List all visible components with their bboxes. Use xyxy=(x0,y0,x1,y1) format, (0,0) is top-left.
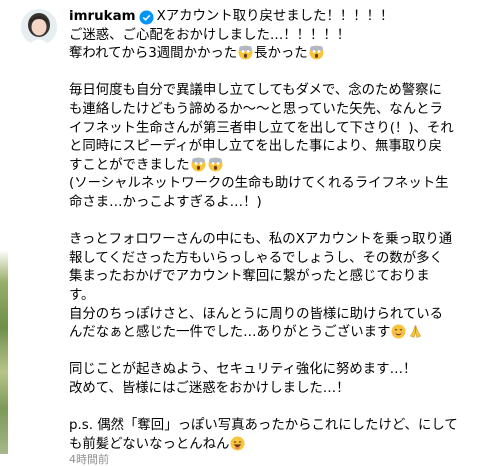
user-avatar[interactable] xyxy=(21,9,57,45)
caption-line: も前髪どないなっとんねん xyxy=(69,436,489,455)
caption-line: ご迷惑、ご心配をおかけしました…！！！！！ xyxy=(69,27,351,43)
caption-line: 改めて、皆様にはご迷惑をおかけしました…！ xyxy=(69,380,350,396)
caption-line: 毎日何度も自分で異議申し立てしてもダメで、念のため警察に xyxy=(69,83,442,99)
caption-line: と同時にスピーディが申し立てを出した事により、無事取り戻 xyxy=(69,139,442,155)
caption-line: す。 xyxy=(69,287,95,303)
screaming-face-emoji xyxy=(309,45,324,60)
username-link[interactable]: imrukam xyxy=(69,8,136,27)
caption-line: 同じことが起きぬよう、セキュリティ強化に努めます…！ xyxy=(69,362,417,378)
caption-line: 命さま…かっこよすぎるよ…！) xyxy=(69,194,262,210)
post-caption: imrukam Xアカウント取り戻せました！！！！！ ご迷惑、ご心配をおかけしま… xyxy=(69,8,489,466)
caption-line: イフネット生命さんが第三者申し立てを出して下さり(！)、それ xyxy=(69,120,454,136)
caption-line: 自分のちっぽけさと、ほんとうに周りの皆様に助けられている xyxy=(69,306,443,322)
caption-line: p.s. 偶然「奪回」っぽい写真あったからこれにしたけど、にして xyxy=(69,418,458,434)
caption-line: 奪われてから3週間かかった 長かった xyxy=(69,45,489,64)
screaming-face-emoji xyxy=(191,157,206,172)
smiling-face-emoji xyxy=(391,324,406,339)
background-photo-edge xyxy=(0,0,8,454)
caption-line: んだなぁと感じた一件でした…ありがとうございます xyxy=(69,324,489,343)
grinning-face-emoji xyxy=(230,436,245,451)
caption-line: 報してくださった方もいらっしゃるでしょうし、その数が多く xyxy=(69,250,443,266)
caption-line: すことができました xyxy=(69,157,489,176)
verified-badge-icon xyxy=(139,10,154,25)
caption-line: (ソーシャルネットワークの生命も助けてくれるライフネット生 xyxy=(69,176,449,192)
post-timestamp[interactable]: 4時間前 xyxy=(69,454,489,466)
folded-hands-emoji xyxy=(408,324,423,339)
caption-line: 集まったおかげでアカウント奪回に繋がったと感じておりま xyxy=(69,269,430,285)
screaming-face-emoji xyxy=(238,45,253,60)
screaming-face-emoji xyxy=(208,157,223,172)
caption-line: きっとフォロワーさんの中にも、私のXアカウントを乗っ取り通 xyxy=(69,232,453,248)
caption-header-text: Xアカウント取り戻せました！！！！！ xyxy=(156,9,394,24)
caption-line: も連絡したけどもう諦めるか〜〜と思っていた矢先、なんとラ xyxy=(69,101,443,117)
